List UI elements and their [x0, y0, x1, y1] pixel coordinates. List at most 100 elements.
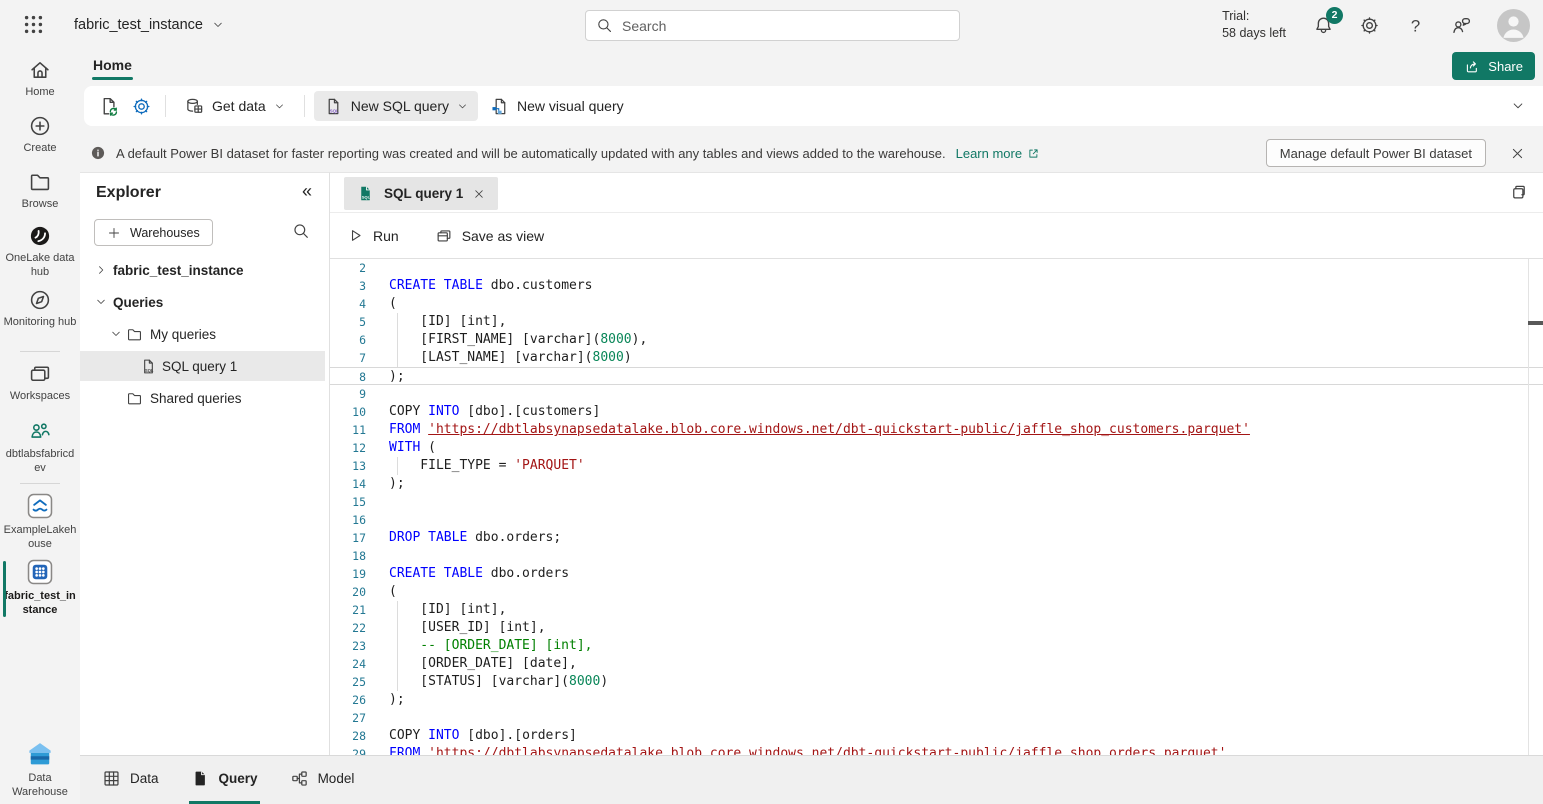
rail-item-workspaces[interactable]: Workspaces [0, 362, 80, 404]
rail-item-label: Home [25, 86, 54, 100]
tree-item-fabric_test_instance[interactable]: fabric_test_instance [80, 255, 325, 285]
rail-item-dbtlabsfabricdev[interactable]: dbtlabsfabricdev [0, 420, 80, 476]
toolbar-expand-chevron-icon[interactable] [1511, 99, 1525, 113]
visual-query-icon [490, 97, 509, 116]
line-number: 6 [330, 331, 366, 349]
bottom-tab-model[interactable]: Model [288, 756, 357, 804]
external-link-icon [1027, 147, 1040, 160]
rail-item-label: OneLake data hub [3, 252, 77, 280]
new-visual-query-button[interactable]: New visual query [480, 91, 634, 121]
bottom-tab-data[interactable]: Data [100, 756, 161, 804]
notifications-bell-icon[interactable]: 2 [1313, 15, 1334, 36]
rail-item-label: Create [23, 142, 56, 156]
line-number: 21 [330, 601, 366, 619]
line-number: 22 [330, 619, 366, 637]
avatar[interactable] [1497, 9, 1530, 42]
save-view-icon [435, 227, 453, 245]
code-line: 6 [FIRST_NAME] [varchar](8000), [330, 331, 1543, 349]
app-launcher-icon[interactable] [22, 13, 45, 36]
code-line: 27 [330, 709, 1543, 727]
header-right: Trial: 58 days left 2 ? [1222, 0, 1543, 50]
database-icon [185, 97, 204, 116]
rail-item-monitoring-hub[interactable]: Monitoring hub [0, 288, 80, 330]
rail-item-label: Browse [22, 198, 59, 212]
settings-button[interactable] [126, 91, 156, 121]
share-button[interactable]: Share [1452, 52, 1535, 80]
tab-close-icon[interactable] [473, 188, 485, 200]
workspace-selector[interactable]: fabric_test_instance [74, 0, 224, 50]
rail-item-onelake-data-hub[interactable]: OneLake data hub [0, 224, 80, 280]
line-number: 27 [330, 709, 366, 727]
sql-doc-green-icon: SQL [357, 185, 374, 202]
run-button[interactable]: Run [347, 227, 399, 244]
indent-guide [397, 331, 398, 349]
code-line: 19CREATE TABLE dbo.orders [330, 565, 1543, 583]
rail-item-examplelakehouse[interactable]: ExampleLakehouse [0, 492, 80, 552]
onelake-icon [28, 224, 52, 248]
save-as-view-button[interactable]: Save as view [435, 227, 544, 245]
editor-tab-bar: SQL SQL query 1 [330, 173, 1543, 213]
refresh-button[interactable] [94, 91, 124, 121]
rail-item-label: Workspaces [10, 390, 70, 404]
rail-item-data-warehouse[interactable]: Data Warehouse [0, 740, 80, 800]
tree-item-label: Shared queries [150, 383, 242, 413]
code-line: 17DROP TABLE dbo.orders; [330, 529, 1543, 547]
copy-icon[interactable] [1509, 183, 1528, 202]
banner-close-icon[interactable] [1510, 146, 1525, 161]
query-doc-icon [191, 769, 210, 788]
indent-guide [397, 673, 398, 691]
tab-home[interactable]: Home [84, 53, 141, 77]
rail-item-browse[interactable]: Browse [0, 170, 80, 212]
notification-badge: 2 [1326, 7, 1343, 24]
rail-item-label: Monitoring hub [4, 316, 77, 330]
line-number: 11 [330, 421, 366, 439]
tree-item-my-queries[interactable]: My queries [80, 319, 325, 349]
data-warehouse-icon [26, 740, 54, 768]
sql-doc-dark-icon: SQL [140, 358, 157, 375]
new-sql-query-button[interactable]: SQL New SQL query [314, 91, 478, 121]
tree-item-label: My queries [150, 319, 216, 349]
rail-item-create[interactable]: Create [0, 114, 80, 156]
indent-guide [397, 313, 398, 331]
bottom-tab-query[interactable]: Query [189, 756, 260, 804]
get-data-button[interactable]: Get data [175, 91, 295, 121]
code-line: 22 [USER_ID] [int], [330, 619, 1543, 637]
info-icon [90, 145, 106, 161]
feedback-icon[interactable] [1451, 15, 1472, 36]
create-icon [28, 114, 52, 138]
bottom-view-switcher: Data Query Model [80, 755, 1543, 804]
lakehouse-icon [26, 492, 54, 520]
left-nav-rail: Home Create Browse OneLake data hub Monitori… [0, 50, 80, 804]
top-header: fabric_test_instance Trial: 58 days left… [0, 0, 1543, 50]
rail-item-label: fabric_test_instance [3, 590, 77, 618]
settings-gear-icon[interactable] [1359, 15, 1380, 36]
explorer-search-icon[interactable] [292, 222, 310, 240]
search-input[interactable] [622, 18, 949, 34]
tree-item-queries[interactable]: Queries [80, 287, 325, 317]
query-tab[interactable]: SQL SQL query 1 [344, 177, 498, 210]
collapse-panel-icon[interactable]: « [302, 181, 312, 202]
editor-scrollbar[interactable] [1528, 259, 1543, 755]
toolbar-divider [165, 95, 166, 117]
rail-item-fabric-test-instance[interactable]: fabric_test_instance [0, 558, 80, 618]
bottom-tab-label: Model [318, 771, 355, 786]
rail-item-home[interactable]: Home [0, 58, 80, 100]
svg-text:SQL: SQL [145, 367, 154, 372]
indent-guide [397, 349, 398, 367]
add-warehouses-button[interactable]: Warehouses [94, 219, 213, 246]
code-line: 25 [STATUS] [varchar](8000) [330, 673, 1543, 691]
tree-item-shared-queries[interactable]: Shared queries [80, 383, 325, 413]
rail-item-label: Data Warehouse [3, 772, 77, 800]
dataset-info-banner: A default Power BI dataset for faster re… [80, 133, 1543, 173]
learn-more-link[interactable]: Learn more [956, 146, 1040, 161]
indent-guide [397, 457, 398, 475]
line-number: 20 [330, 583, 366, 601]
line-number: 24 [330, 655, 366, 673]
help-icon[interactable]: ? [1405, 15, 1426, 36]
warehouse-icon [26, 558, 54, 586]
manage-dataset-button[interactable]: Manage default Power BI dataset [1266, 139, 1486, 167]
rail-divider [20, 351, 60, 352]
sql-code-editor[interactable]: 23CREATE TABLE dbo.customers4(5 [ID] [in… [330, 259, 1543, 755]
tree-item-sql-query-1[interactable]: SQLSQL query 1 [80, 351, 325, 381]
sql-document-icon: SQL [324, 97, 343, 116]
